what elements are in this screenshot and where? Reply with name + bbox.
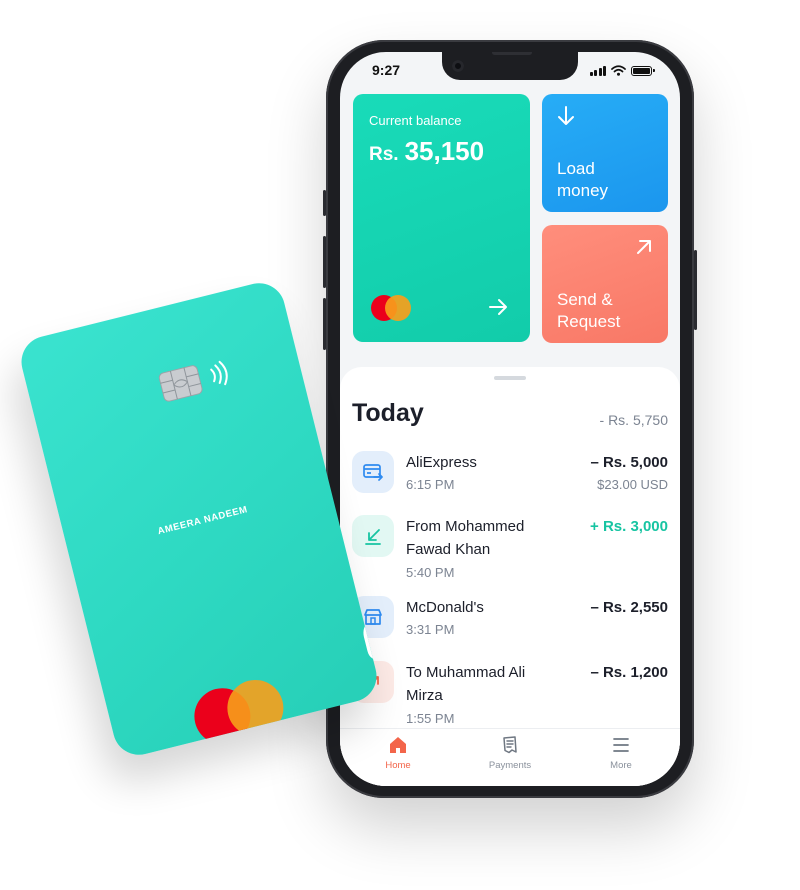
- battery-icon: [631, 65, 655, 76]
- receipt-icon: [503, 736, 517, 754]
- load-money-button[interactable]: Load money: [542, 94, 668, 212]
- transaction-name: McDonald's: [406, 599, 484, 616]
- transaction-row[interactable]: AliExpress 6:15 PM – Rs. 5,000 $23.00 US…: [340, 451, 680, 503]
- transaction-time: 3:31 PM: [406, 622, 455, 637]
- nav-home[interactable]: Home: [358, 735, 438, 771]
- transaction-row[interactable]: From Mohammed Fawad Khan 5:40 PM + Rs. 3…: [340, 515, 680, 587]
- transaction-name: From Mohammed Fawad Khan: [406, 518, 525, 558]
- notch: [442, 52, 578, 80]
- phone-screen: 9:27 Current balance Rs. 35,150 Load mon…: [340, 52, 680, 786]
- signal-icon: [589, 65, 606, 76]
- transaction-amount: – Rs. 2,550: [590, 599, 668, 616]
- nav-payments[interactable]: Payments: [470, 735, 550, 771]
- balance-currency: Rs.: [369, 144, 399, 165]
- phone-mockup: 9:27 Current balance Rs. 35,150 Load mon…: [323, 40, 697, 798]
- transaction-name: AliExpress: [406, 454, 477, 471]
- send-request-label: Send & Request: [557, 290, 621, 331]
- earpiece-speaker: [492, 52, 532, 55]
- bottom-nav: Home Payments More: [340, 728, 680, 786]
- transaction-amount-usd: $23.00 USD: [597, 477, 668, 492]
- balance-tile[interactable]: Current balance Rs. 35,150: [353, 94, 530, 342]
- nav-payments-label: Payments: [488, 760, 532, 771]
- mastercard-logo: [188, 674, 291, 751]
- balance-label: Current balance: [369, 113, 462, 128]
- nav-more[interactable]: More: [581, 735, 661, 771]
- arrow-down-icon: [558, 106, 574, 125]
- nav-more-label: More: [610, 760, 632, 771]
- mute-switch: [323, 190, 326, 216]
- transaction-time: 6:15 PM: [406, 477, 455, 492]
- wifi-icon: [611, 65, 626, 76]
- status-time: 9:27: [372, 62, 401, 78]
- transaction-amount: – Rs. 5,000: [590, 454, 668, 471]
- contactless-icon: [210, 360, 228, 386]
- transaction-row[interactable]: McDonald's 3:31 PM – Rs. 2,550: [340, 596, 680, 648]
- transactions-sheet: Today - Rs. 5,750 AliExpress 6:15 PM – R…: [340, 367, 680, 786]
- transaction-name: To Muhammad Ali Mirza: [406, 664, 526, 704]
- status-icons: [589, 65, 655, 76]
- send-request-button[interactable]: Send & Request: [542, 225, 668, 343]
- transaction-time: 5:40 PM: [406, 565, 455, 580]
- load-money-label: Load money: [557, 159, 609, 200]
- balance-value: 35,150: [404, 136, 485, 166]
- transaction-amount: + Rs. 3,000: [590, 518, 668, 535]
- receive-arrow-icon: [352, 515, 394, 557]
- mastercard-logo: [371, 295, 413, 321]
- volume-up-button: [323, 236, 326, 288]
- card-transfer-icon: [352, 451, 394, 493]
- balance-amount: Rs. 35,150: [369, 136, 484, 167]
- nav-home-label: Home: [385, 760, 411, 771]
- today-total: - Rs. 5,750: [599, 412, 668, 428]
- transaction-row[interactable]: To Muhammad Ali Mirza 1:55 PM – Rs. 1,20…: [340, 661, 680, 733]
- volume-down-button: [323, 298, 326, 350]
- power-button: [694, 250, 697, 330]
- today-heading: Today: [352, 399, 424, 427]
- home-icon: [390, 737, 406, 753]
- transaction-time: 1:55 PM: [406, 711, 455, 726]
- arrow-right-icon[interactable]: [487, 296, 509, 318]
- menu-icon: [613, 738, 629, 752]
- chip-icon: [158, 365, 203, 402]
- arrow-up-right-icon: [637, 240, 651, 254]
- sheet-handle[interactable]: [494, 376, 526, 380]
- cardholder-name: AMEERA NADEEM: [156, 504, 249, 538]
- transaction-amount: – Rs. 1,200: [590, 664, 668, 681]
- front-camera: [452, 60, 464, 72]
